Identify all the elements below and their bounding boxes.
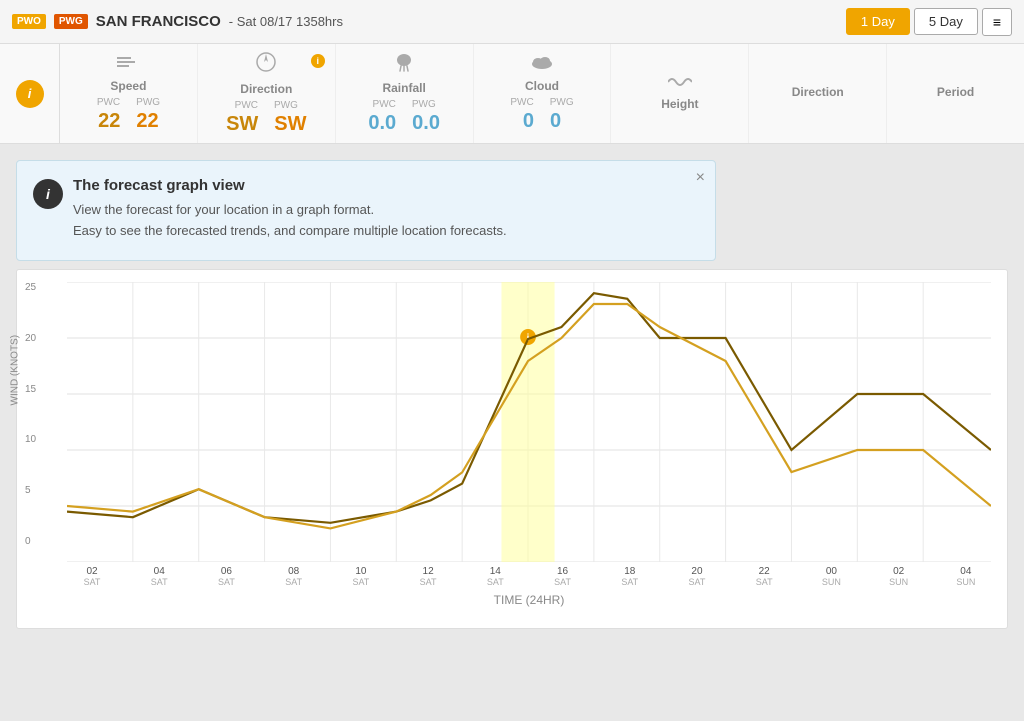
cloud-pwg-val: 0 — [550, 110, 561, 133]
wave-icon — [668, 72, 692, 93]
section-height: Height — [611, 44, 749, 143]
compass-icon — [255, 51, 277, 78]
logo-pwg: PWG — [54, 14, 88, 29]
rainfall-pwg-label: PWG — [412, 99, 436, 110]
app-header: PWO PWG SAN FRANCISCO - Sat 08/17 1358hr… — [0, 0, 1024, 44]
y-tick-25: 25 — [25, 282, 36, 293]
cloud-label: Cloud — [525, 79, 559, 93]
btn-1day[interactable]: 1 Day — [846, 8, 910, 35]
info-box-icon: i — [33, 179, 63, 209]
rain-icon — [395, 52, 413, 77]
direction-pwc-val: SW — [226, 113, 258, 136]
info-strip-icon: i — [16, 80, 44, 108]
section-speed: Speed PWC PWG 22 22 — [60, 44, 198, 143]
speed-label: Speed — [110, 79, 146, 93]
info-box-close-button[interactable]: × — [696, 169, 705, 187]
speed-pwc-label: PWC — [97, 97, 120, 108]
btn-5day[interactable]: 5 Day — [914, 8, 978, 35]
direction-notif: i — [311, 54, 325, 68]
section-direction-wind: i Direction PWC PWG SW SW — [198, 44, 336, 143]
time-label-12sat: 12SAT — [403, 566, 453, 587]
time-label-22sat: 22SAT — [739, 566, 789, 587]
cloud-icon — [530, 54, 554, 75]
direction-pwc-label: PWC — [235, 100, 258, 111]
wind-icon — [117, 54, 139, 75]
direction-pwg-val: SW — [274, 113, 306, 136]
section-wave-direction: Direction — [749, 44, 887, 143]
period-label: Period — [937, 85, 974, 99]
time-label-00sun: 00SUN — [806, 566, 856, 587]
time-label-04sat: 04SAT — [134, 566, 184, 587]
time-label-14sat: 14SAT — [470, 566, 520, 587]
time-highlight — [501, 282, 554, 562]
y-tick-5: 5 — [25, 485, 36, 496]
cloud-pwg-label: PWG — [550, 97, 574, 108]
y-tick-0: 0 — [25, 536, 36, 547]
wind-chart: WIND (KNOTS) 0 5 10 15 20 25 i — [16, 269, 1008, 629]
rainfall-pwc-val: 0.0 — [368, 112, 396, 135]
section-group: Speed PWC PWG 22 22 i Direction PWC PWG … — [60, 44, 1024, 143]
time-labels-row: 02SAT 04SAT 06SAT 08SAT 10SAT 12SAT 14SA… — [67, 566, 991, 587]
time-label-06sat: 06SAT — [201, 566, 251, 587]
rainfall-label: Rainfall — [382, 81, 425, 95]
rainfall-pwc-label: PWC — [373, 99, 396, 110]
wave-direction-label: Direction — [792, 85, 844, 99]
y-tick-10: 10 — [25, 434, 36, 445]
date-text: - Sat 08/17 1358hrs — [229, 14, 343, 29]
time-label-04sun: 04SUN — [941, 566, 991, 587]
header-left: PWO PWG SAN FRANCISCO - Sat 08/17 1358hr… — [12, 13, 343, 30]
section-cloud: Cloud PWC PWG 0 0 — [474, 44, 612, 143]
y-tick-15: 15 — [25, 384, 36, 395]
info-box-line1: View the forecast for your location in a… — [73, 202, 695, 217]
y-tick-20: 20 — [25, 333, 36, 344]
direction-pwg-label: PWG — [274, 100, 298, 111]
height-label: Height — [661, 97, 698, 111]
location-title: SAN FRANCISCO — [96, 13, 221, 30]
time-label-20sat: 20SAT — [672, 566, 722, 587]
direction-wind-label: Direction — [240, 82, 292, 96]
section-rainfall: Rainfall PWC PWG 0.0 0.0 — [336, 44, 474, 143]
info-strip: i Speed PWC PWG 22 22 i Direction — [0, 44, 1024, 144]
info-strip-icon-col: i — [0, 44, 60, 143]
chart-svg: i — [67, 282, 991, 562]
info-box-title: The forecast graph view — [73, 177, 695, 194]
time-label-02sat: 02SAT — [67, 566, 117, 587]
speed-pwg-val: 22 — [136, 110, 158, 133]
rainfall-pwg-val: 0.0 — [412, 112, 440, 135]
forecast-info-box: i × The forecast graph view View the for… — [16, 160, 716, 261]
time-label-02sun: 02SUN — [874, 566, 924, 587]
section-period: Period — [887, 44, 1024, 143]
time-label-16sat: 16SAT — [538, 566, 588, 587]
time-label-10sat: 10SAT — [336, 566, 386, 587]
info-box-line2: Easy to see the forecasted trends, and c… — [73, 223, 695, 238]
menu-button[interactable]: ≡ — [982, 8, 1012, 36]
speed-pwg-label: PWG — [136, 97, 160, 108]
time-label-08sat: 08SAT — [269, 566, 319, 587]
x-axis-label: TIME (24HR) — [67, 593, 991, 607]
cloud-pwc-label: PWC — [510, 97, 533, 108]
speed-pwc-val: 22 — [98, 110, 120, 133]
cloud-pwc-val: 0 — [523, 110, 534, 133]
y-axis-label: WIND (KNOTS) — [10, 335, 21, 406]
time-label-18sat: 18SAT — [605, 566, 655, 587]
header-right: 1 Day 5 Day ≡ — [846, 8, 1012, 36]
logo-pwo: PWO — [12, 14, 46, 29]
